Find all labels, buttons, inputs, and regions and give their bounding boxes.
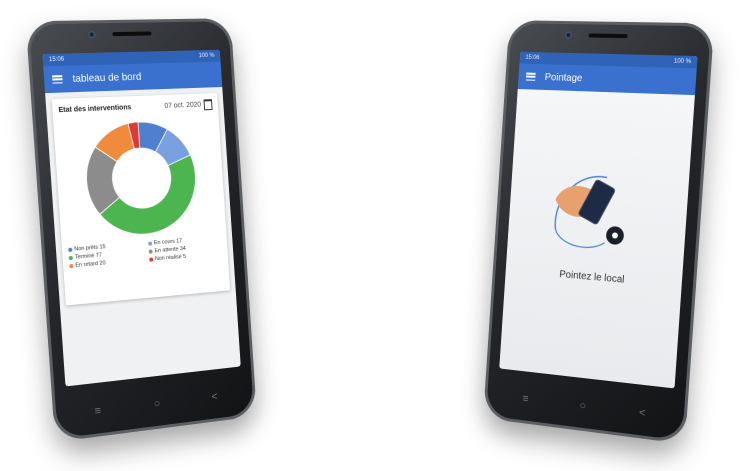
legend-label: Non prêts 15 [74, 244, 106, 253]
status-time: 15:06 [48, 56, 65, 64]
earpiece-speaker [112, 31, 152, 37]
legend-swatch [68, 255, 73, 261]
dashboard-screen: 15:06 100 % tableau de bord Etat des int… [42, 49, 241, 387]
recent-apps-button[interactable]: ≡ [94, 405, 101, 418]
legend-label: Non réalisé 5 [154, 253, 187, 263]
page-title: tableau de bord [72, 71, 142, 85]
back-button[interactable]: < [211, 391, 218, 403]
interventions-donut-chart [80, 117, 202, 242]
back-button[interactable]: < [639, 407, 646, 420]
legend-label: En attente 34 [154, 245, 186, 255]
hand-phone-nfc-icon [544, 159, 625, 265]
page-title: Pointage [544, 71, 583, 84]
status-battery: 100 % [198, 52, 215, 60]
legend-swatch [148, 241, 153, 246]
card-title: Etat des interventions [58, 104, 132, 115]
app-bar: tableau de bord [43, 61, 223, 94]
pointage-screen: 15:06 100 % Pointage Pointez le local [499, 51, 698, 389]
phone-pointage: 15:06 100 % Pointage Pointez le local ≡ … [483, 20, 715, 445]
legend-swatch [69, 263, 74, 269]
earpiece-speaker [588, 33, 628, 39]
pointage-body: Pointez le local [499, 88, 695, 389]
home-button[interactable]: ○ [579, 400, 586, 413]
status-time: 15:06 [525, 54, 540, 62]
interventions-card: Etat des interventions 07 oct. 2020 Non … [51, 93, 231, 306]
home-button[interactable]: ○ [154, 398, 161, 411]
system-nav-bar: ≡ ○ < [496, 381, 673, 432]
phone-dashboard: 15:06 100 % tableau de bord Etat des int… [25, 18, 257, 443]
menu-icon[interactable] [525, 72, 536, 81]
pointage-prompt: Pointez le local [559, 269, 625, 286]
system-nav-bar: ≡ ○ < [66, 379, 243, 430]
front-camera [564, 30, 573, 40]
legend-label: En cours 17 [153, 238, 183, 247]
menu-icon[interactable] [52, 75, 63, 84]
recent-apps-button[interactable]: ≡ [522, 393, 529, 405]
date-label: 07 oct. 2020 [164, 101, 202, 110]
status-battery: 100 % [673, 58, 692, 66]
legend-swatch [149, 257, 154, 262]
legend-swatch [148, 249, 153, 254]
calendar-icon[interactable] [203, 99, 213, 111]
legend-label: En retard 20 [75, 260, 106, 269]
front-camera [87, 30, 96, 39]
date-picker[interactable]: 07 oct. 2020 [164, 99, 213, 112]
legend-swatch [68, 247, 73, 253]
legend-label: Terminé 77 [74, 252, 103, 261]
